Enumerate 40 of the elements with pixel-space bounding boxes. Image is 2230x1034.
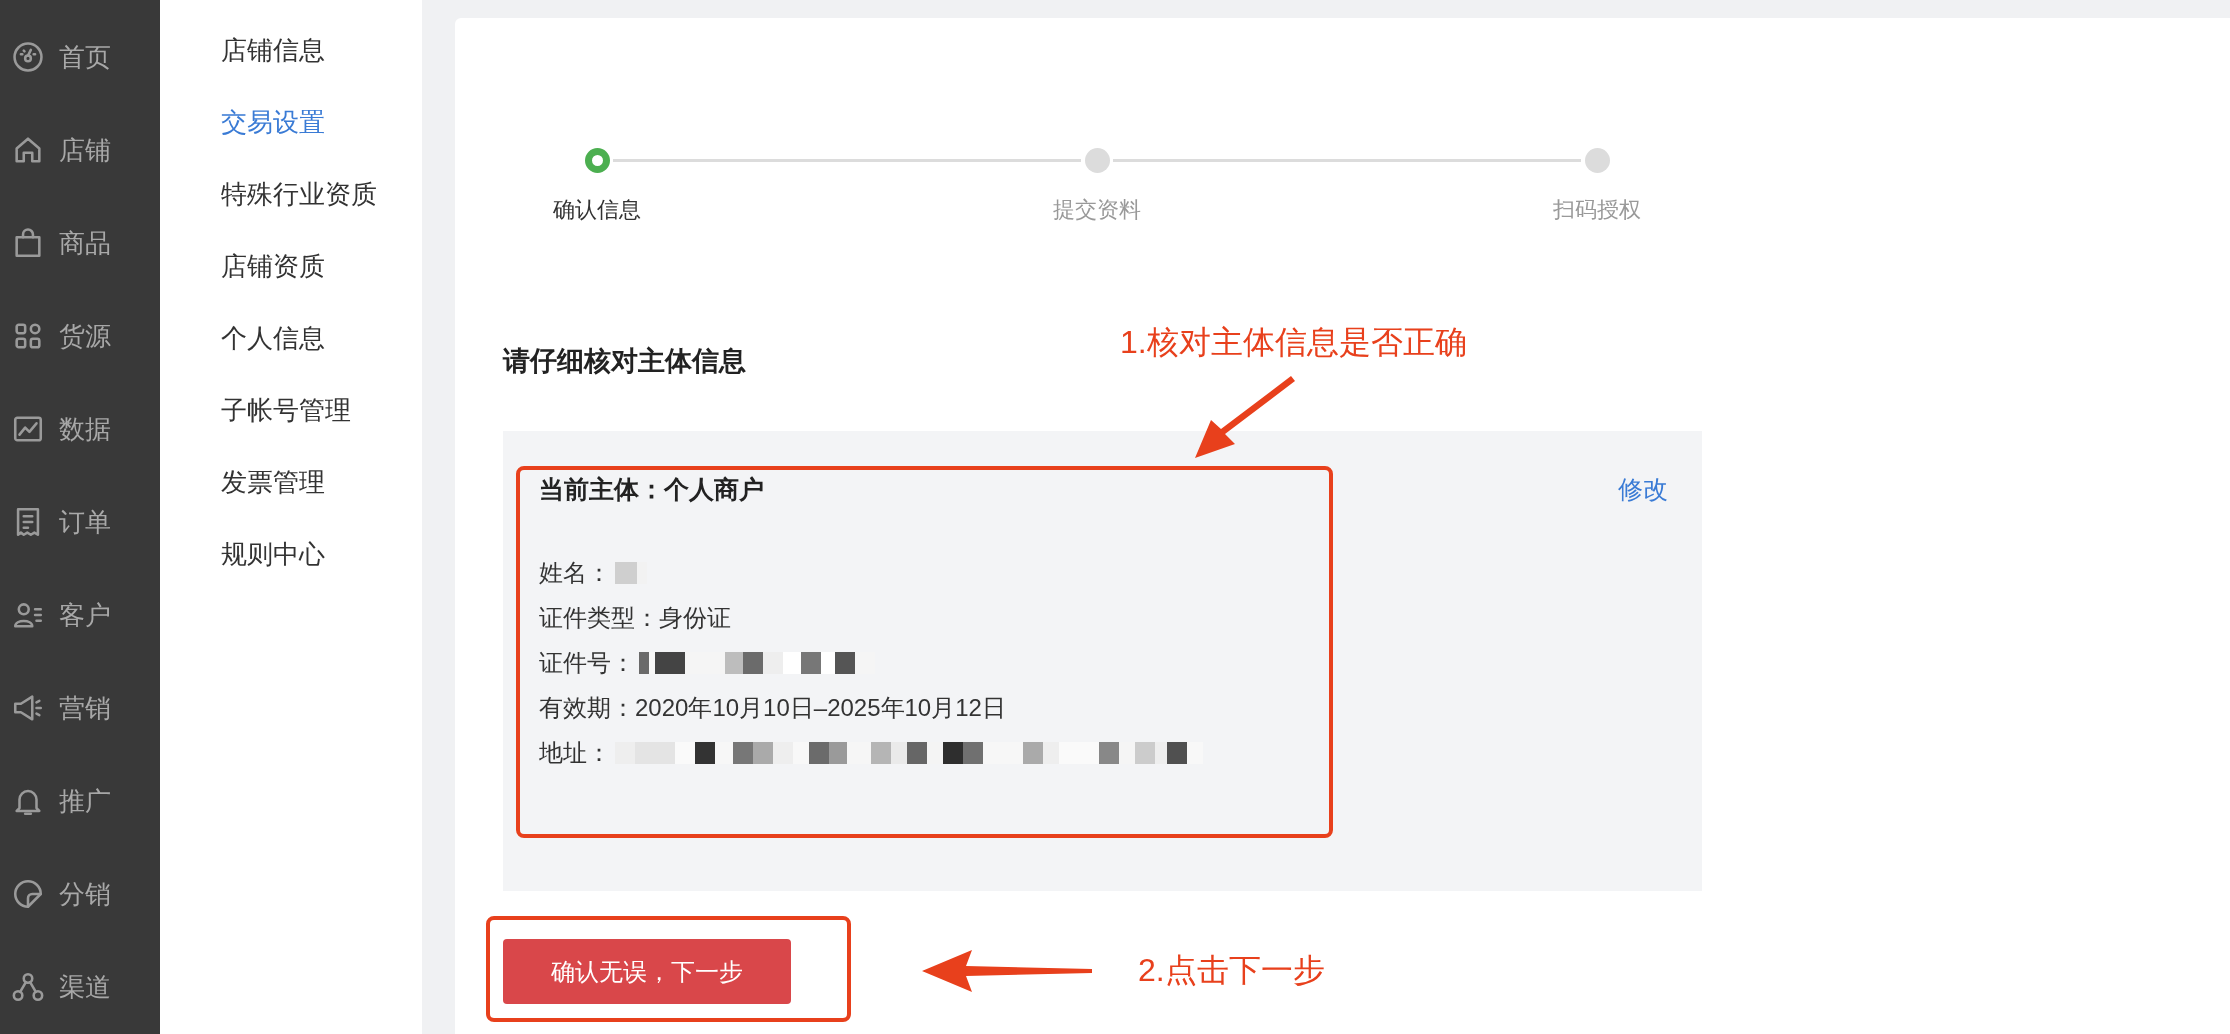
annotation-text: 1.核对主体信息是否正确 [1120, 323, 1467, 362]
dashboard-icon [11, 40, 45, 74]
field-label: 证件号： [539, 648, 635, 678]
submenu-item[interactable]: 子帐号管理 [221, 392, 422, 428]
nav-item[interactable]: 数据 [59, 409, 111, 449]
submenu-item[interactable]: 交易设置 [221, 104, 422, 140]
nav-item[interactable]: 订单 [59, 502, 111, 542]
nav-item[interactable]: 店铺 [59, 130, 111, 170]
nav-item[interactable]: 渠道 [59, 967, 111, 1007]
submenu-item[interactable]: 个人信息 [221, 320, 422, 356]
step-label: 确认信息 [553, 196, 641, 224]
subject-text: 当前主体：个人商户 [539, 474, 764, 505]
nav-item[interactable]: 推广 [59, 781, 111, 821]
edit-link[interactable]: 修改 [1618, 471, 1668, 509]
annotation-text: 2.点击下一步 [1138, 951, 1325, 990]
submenu-item[interactable]: 店铺信息 [221, 32, 422, 68]
pixelated-mosaic-drawing [615, 562, 647, 584]
nav-item[interactable]: 营销 [59, 688, 111, 728]
submenu-item[interactable]: 发票管理 [221, 464, 422, 500]
field-value: 身份证 [659, 603, 731, 633]
section-heading: 请仔细核对主体信息 [503, 345, 746, 378]
nav-item[interactable]: 商品 [59, 223, 111, 263]
field-label: 姓名： [539, 558, 611, 588]
next-step-button[interactable]: 确认无误，下一步 [503, 939, 791, 1004]
nav-item[interactable]: 分销 [59, 874, 111, 914]
network-icon [11, 970, 45, 1004]
field-label: 证件类型： [539, 603, 659, 633]
annotation-arrow-icon [922, 950, 1092, 992]
field-value: 2020年10月10日–2025年10月12日 [635, 693, 1006, 723]
nav-item[interactable]: 首页 [59, 37, 111, 77]
step-label: 提交资料 [1053, 196, 1141, 224]
submenu-item[interactable]: 特殊行业资质 [221, 176, 422, 212]
field-label: 地址： [539, 738, 611, 768]
nav-item[interactable]: 客户 [59, 595, 111, 635]
nav-item[interactable]: 货源 [59, 316, 111, 356]
sticker-icon [11, 877, 45, 911]
field-label: 有效期： [539, 693, 635, 723]
submenu-item[interactable]: 店铺资质 [221, 248, 422, 284]
step-label: 扫码授权 [1553, 196, 1641, 224]
submenu-item[interactable]: 规则中心 [221, 536, 422, 572]
